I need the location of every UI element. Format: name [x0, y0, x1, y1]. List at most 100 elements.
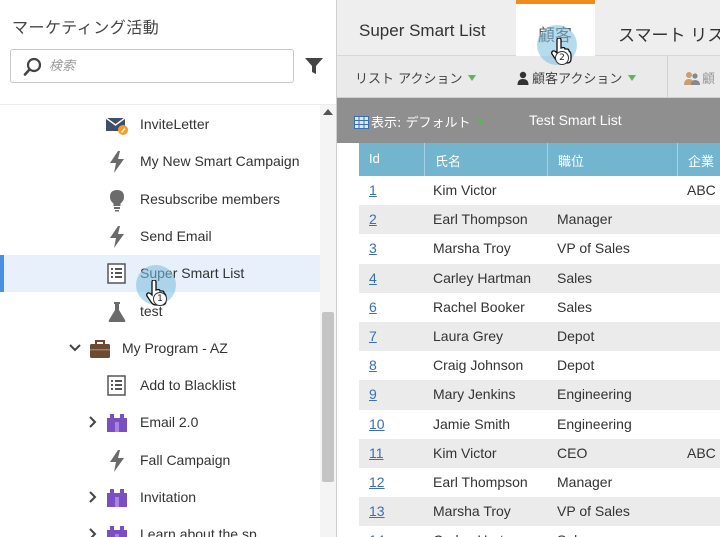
cell-name: Craig Johnson [433, 357, 524, 374]
main-content: Super Smart List 顧客 スマート リス リスト アクション 顧客… [337, 0, 720, 537]
cell-title: CEO [557, 444, 588, 461]
third-action-button[interactable]: 顧 [684, 68, 715, 87]
lightbulb-icon [110, 189, 124, 212]
view-label: 表示: デフォルト [371, 116, 471, 131]
divider [667, 56, 668, 98]
lightning-icon [110, 225, 124, 248]
list-actions-label: リスト アクション [355, 72, 463, 87]
cell-id[interactable]: 11 [369, 445, 384, 461]
table-row[interactable]: 8 Craig Johnson Depot [359, 351, 720, 380]
cell-title: Engineering [557, 386, 632, 403]
table-row[interactable]: 4 Carley Hartman Sales [359, 263, 720, 293]
email-program-icon [107, 489, 127, 507]
tree-item-label: Fall Campaign [140, 451, 231, 468]
table-row[interactable]: 13 Marsha Troy VP of Sales [359, 497, 720, 527]
tree-item[interactable]: Fall Campaign [0, 442, 320, 479]
cell-title: Depot [557, 357, 595, 374]
cell-title: Engineering [557, 415, 632, 432]
tree-item-label: Add to Blacklist [140, 377, 236, 394]
tree-item-label: Invitation [140, 489, 197, 505]
tree-item[interactable]: Email 2.0 [0, 404, 320, 441]
smart-list-icon [107, 375, 126, 396]
tree-scrollbar-thumb[interactable] [322, 312, 334, 482]
table-row[interactable]: 12 Earl Thompson Manager [359, 468, 720, 497]
search-input[interactable] [49, 56, 279, 76]
tree-item[interactable]: Invitation [0, 479, 320, 516]
filter-icon[interactable] [303, 55, 325, 77]
tree-item[interactable]: Learn about the sp [0, 516, 320, 537]
tree-item[interactable]: InviteLetter [0, 106, 320, 143]
tree-item-label: Resubscribe members [140, 190, 281, 207]
table-row[interactable]: 1 Kim Victor ABC [359, 176, 720, 205]
step-number-badge: 2 [555, 51, 569, 65]
cell-id[interactable]: 7 [369, 328, 377, 344]
tree-item-label: My Program - AZ [122, 339, 228, 356]
person-actions-button[interactable]: 顧客アクション [517, 68, 637, 87]
table-row[interactable]: 6 Rachel Booker Sales [359, 293, 720, 322]
table-row[interactable]: 10 Jamie Smith Engineering [359, 410, 720, 439]
cell-title: Manager [557, 474, 613, 490]
email-invite-icon [105, 117, 128, 135]
tree-item[interactable]: My Program - AZ [0, 330, 320, 367]
cell-name: Marsha Troy [433, 503, 511, 520]
tab-super-smart-list[interactable]: Super Smart List [359, 0, 486, 56]
cell-id[interactable]: 12 [369, 474, 385, 490]
people-icon [684, 72, 700, 85]
dropdown-arrow-icon [476, 119, 485, 125]
chevron-right-icon[interactable] [86, 490, 100, 504]
tab-smart-list[interactable]: スマート リス [618, 0, 720, 56]
lightning-icon [110, 449, 124, 472]
cell-id[interactable]: 2 [369, 211, 377, 227]
cell-title: Sales [557, 269, 593, 286]
search-box[interactable] [10, 49, 294, 83]
dropdown-arrow-icon [628, 75, 637, 81]
cell-name: Mary Jenkins [433, 386, 516, 403]
table-row[interactable]: 2 Earl Thompson Manager [359, 205, 720, 235]
smart-list-name: Test Smart List [529, 112, 622, 128]
dropdown-arrow-icon [468, 75, 477, 81]
email-program-icon [107, 414, 127, 433]
chevron-right-icon[interactable] [86, 415, 100, 429]
scroll-up-arrow-icon[interactable] [323, 109, 333, 115]
column-header-name[interactable]: 氏名 [425, 143, 548, 176]
table-row[interactable]: 9 Mary Jenkins Engineering [359, 380, 720, 410]
list-actions-button[interactable]: リスト アクション [355, 68, 477, 87]
cell-id[interactable]: 8 [369, 357, 377, 373]
cell-id[interactable]: 10 [369, 416, 385, 432]
cell-name: Kim Victor [433, 182, 497, 198]
cell-name: Marsha Troy [433, 240, 511, 257]
table-row[interactable]: 11 Kim Victor CEO ABC [359, 438, 720, 468]
tree-item[interactable]: Send Email [0, 218, 320, 255]
cell-id[interactable]: 4 [369, 270, 377, 286]
cell-title: Sales [557, 298, 593, 315]
tree-item-label: Email 2.0 [140, 414, 199, 431]
cell-id[interactable]: 13 [369, 503, 385, 519]
cell-name: Rachel Booker [433, 298, 525, 315]
view-selector[interactable]: 表示: デフォルト [354, 112, 485, 131]
chevron-down-icon[interactable] [68, 341, 82, 355]
tree-item-label: My New Smart Campaign [140, 153, 300, 170]
table-row[interactable]: 3 Marsha Troy VP of Sales [359, 234, 720, 263]
view-bar: 表示: デフォルト Test Smart List [337, 98, 720, 143]
column-header-company[interactable]: 企業 [678, 143, 720, 176]
tree-item[interactable]: Add to Blacklist [0, 367, 320, 404]
tree-item-label: Learn about the sp [140, 526, 257, 537]
people-grid: Id 氏名 職位 企業 1 Kim Victor ABC 2 Earl Thompson… [359, 143, 720, 537]
cell-name: Laura Grey [433, 328, 504, 344]
column-header-id[interactable]: Id [359, 143, 425, 176]
email-program-icon [107, 526, 127, 537]
cell-id[interactable]: 3 [369, 240, 377, 256]
cell-id[interactable]: 1 [369, 182, 377, 198]
tree-item[interactable]: My New Smart Campaign [0, 143, 320, 180]
cell-name: Earl Thompson [433, 211, 528, 228]
table-row[interactable]: 14 Carley Hartman Sales [359, 526, 720, 537]
column-header-title[interactable]: 職位 [548, 143, 678, 176]
chevron-right-icon[interactable] [86, 527, 100, 537]
cell-title: VP of Sales [557, 503, 630, 520]
tree-item[interactable]: Resubscribe members [0, 181, 320, 218]
person-actions-label: 顧客アクション [532, 72, 623, 87]
cell-id[interactable]: 9 [369, 386, 377, 402]
cell-id[interactable]: 14 [369, 532, 385, 537]
cell-id[interactable]: 6 [369, 299, 377, 315]
table-row[interactable]: 7 Laura Grey Depot [359, 322, 720, 352]
